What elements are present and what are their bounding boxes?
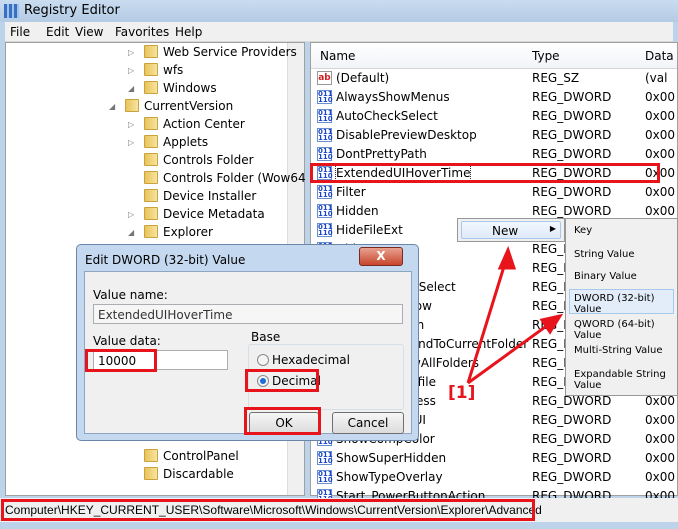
status-bar: Computer\HKEY_CURRENT_USER\Software\Micr… (0, 498, 678, 522)
highlight-status-path (1, 499, 535, 521)
annotation-arrows (466, 245, 564, 385)
annotation-label: [1] (448, 383, 476, 403)
